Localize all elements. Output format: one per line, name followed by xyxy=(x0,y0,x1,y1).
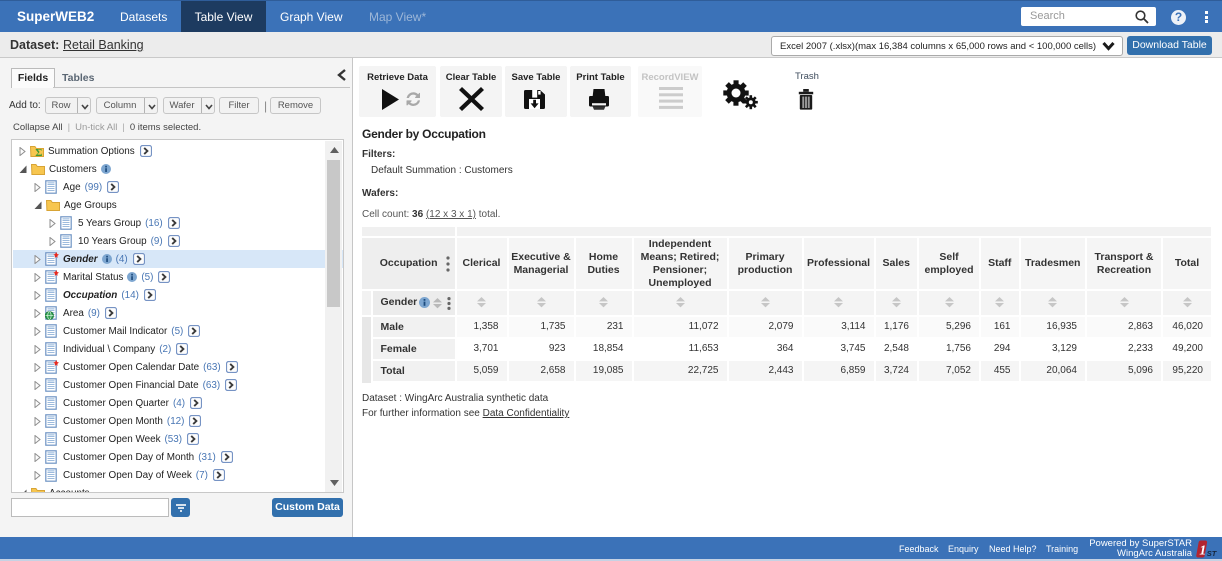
svg-text:Σ: Σ xyxy=(35,147,42,158)
svg-text:1: 1 xyxy=(1199,544,1206,559)
svg-text:ST: ST xyxy=(1207,549,1218,558)
